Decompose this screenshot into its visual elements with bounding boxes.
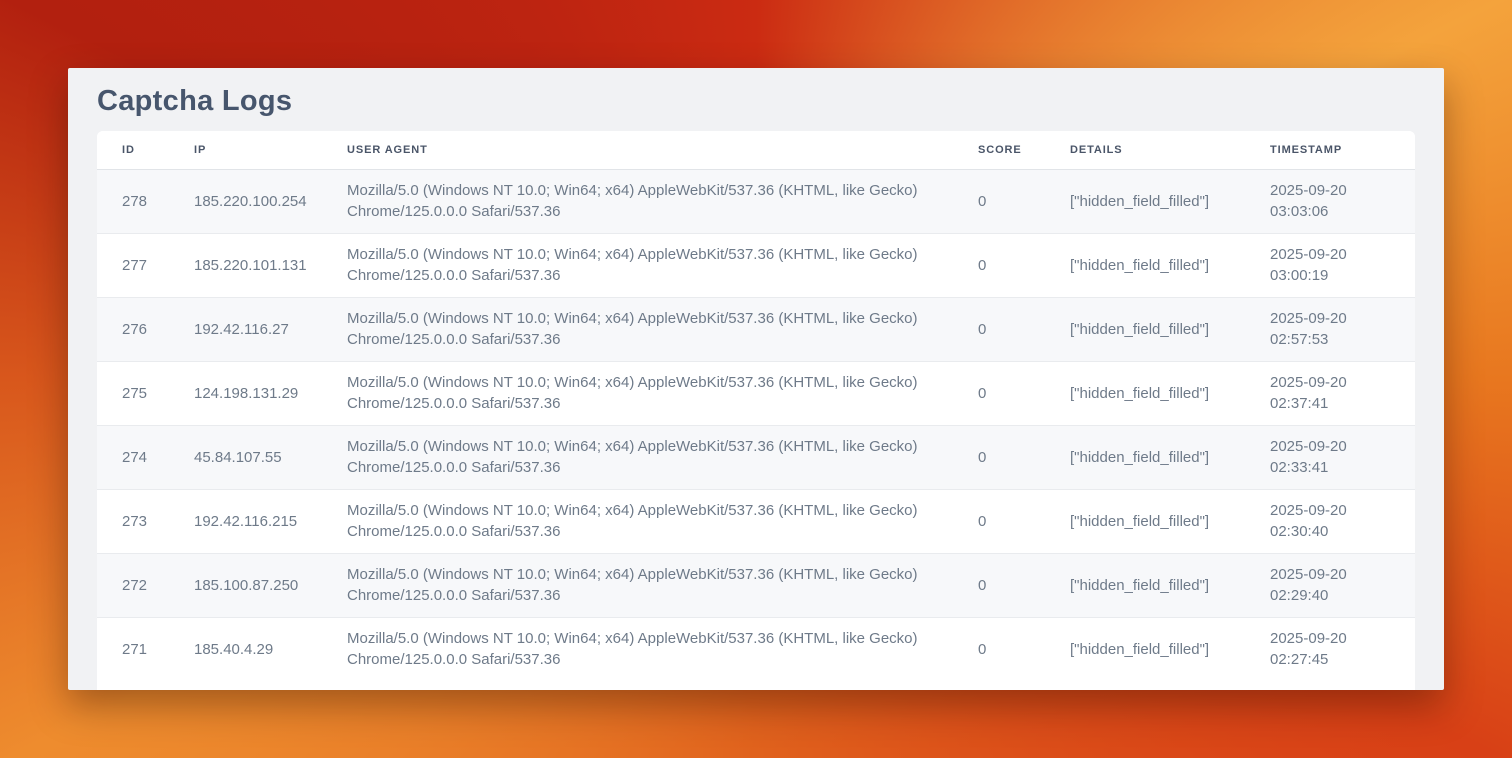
cell-ip: 192.42.116.215 — [194, 489, 347, 553]
cell-ip: 185.220.100.254 — [194, 169, 347, 233]
cell-id: 276 — [97, 297, 194, 361]
captcha-logs-card: Captcha Logs ID IP USER AGENT SCORE DETA… — [68, 68, 1444, 690]
cell-score: 0 — [978, 617, 1070, 681]
cell-details: ["hidden_field_filled"] — [1070, 425, 1270, 489]
column-header-timestamp: TIMESTAMP — [1270, 131, 1415, 169]
column-header-score: SCORE — [978, 131, 1070, 169]
cell-score: 0 — [978, 361, 1070, 425]
column-header-ip: IP — [194, 131, 347, 169]
cell-score: 0 — [978, 297, 1070, 361]
cell-id: 274 — [97, 425, 194, 489]
cell-timestamp: 2025-09-20 03:00:19 — [1270, 233, 1415, 297]
cell-user-agent: Mozilla/5.0 (Windows NT 10.0; Win64; x64… — [347, 169, 978, 233]
cell-details: ["hidden_field_filled"] — [1070, 553, 1270, 617]
cell-id: 273 — [97, 489, 194, 553]
cell-user-agent: Mozilla/5.0 (Windows NT 10.0; Win64; x64… — [347, 489, 978, 553]
cell-id: 277 — [97, 233, 194, 297]
page-title: Captcha Logs — [68, 68, 1444, 116]
cell-user-agent: Mozilla/5.0 (Windows NT 10.0; Win64; x64… — [347, 233, 978, 297]
cell-details: ["hidden_field_filled"] — [1070, 489, 1270, 553]
table-row: 273 192.42.116.215 Mozilla/5.0 (Windows … — [97, 489, 1415, 553]
table-row: 275 124.198.131.29 Mozilla/5.0 (Windows … — [97, 361, 1415, 425]
captcha-logs-table: ID IP USER AGENT SCORE DETAILS TIMESTAMP… — [97, 131, 1415, 681]
cell-score: 0 — [978, 169, 1070, 233]
cell-details: ["hidden_field_filled"] — [1070, 169, 1270, 233]
table-row: 278 185.220.100.254 Mozilla/5.0 (Windows… — [97, 169, 1415, 233]
table-row: 271 185.40.4.29 Mozilla/5.0 (Windows NT … — [97, 617, 1415, 681]
cell-timestamp: 2025-09-20 02:57:53 — [1270, 297, 1415, 361]
cell-details: ["hidden_field_filled"] — [1070, 233, 1270, 297]
cell-user-agent: Mozilla/5.0 (Windows NT 10.0; Win64; x64… — [347, 361, 978, 425]
cell-timestamp: 2025-09-20 02:30:40 — [1270, 489, 1415, 553]
captcha-logs-table-container: ID IP USER AGENT SCORE DETAILS TIMESTAMP… — [97, 131, 1415, 690]
cell-id: 275 — [97, 361, 194, 425]
column-header-id: ID — [97, 131, 194, 169]
cell-timestamp: 2025-09-20 03:03:06 — [1270, 169, 1415, 233]
cell-ip: 192.42.116.27 — [194, 297, 347, 361]
captcha-table-body: 278 185.220.100.254 Mozilla/5.0 (Windows… — [97, 169, 1415, 681]
table-row: 276 192.42.116.27 Mozilla/5.0 (Windows N… — [97, 297, 1415, 361]
page-background: { "page_title": "Captcha Logs", "table":… — [0, 0, 1512, 758]
cell-ip: 185.40.4.29 — [194, 617, 347, 681]
cell-details: ["hidden_field_filled"] — [1070, 297, 1270, 361]
cell-ip: 185.220.101.131 — [194, 233, 347, 297]
cell-score: 0 — [978, 233, 1070, 297]
cell-user-agent: Mozilla/5.0 (Windows NT 10.0; Win64; x64… — [347, 425, 978, 489]
cell-id: 272 — [97, 553, 194, 617]
cell-score: 0 — [978, 489, 1070, 553]
cell-user-agent: Mozilla/5.0 (Windows NT 10.0; Win64; x64… — [347, 553, 978, 617]
cell-score: 0 — [978, 425, 1070, 489]
table-row: 274 45.84.107.55 Mozilla/5.0 (Windows NT… — [97, 425, 1415, 489]
cell-timestamp: 2025-09-20 02:33:41 — [1270, 425, 1415, 489]
column-header-details: DETAILS — [1070, 131, 1270, 169]
cell-id: 271 — [97, 617, 194, 681]
cell-timestamp: 2025-09-20 02:37:41 — [1270, 361, 1415, 425]
cell-user-agent: Mozilla/5.0 (Windows NT 10.0; Win64; x64… — [347, 617, 978, 681]
table-row: 272 185.100.87.250 Mozilla/5.0 (Windows … — [97, 553, 1415, 617]
cell-details: ["hidden_field_filled"] — [1070, 361, 1270, 425]
cell-ip: 45.84.107.55 — [194, 425, 347, 489]
cell-ip: 185.100.87.250 — [194, 553, 347, 617]
cell-id: 278 — [97, 169, 194, 233]
table-header-row: ID IP USER AGENT SCORE DETAILS TIMESTAMP — [97, 131, 1415, 169]
table-row: 277 185.220.101.131 Mozilla/5.0 (Windows… — [97, 233, 1415, 297]
cell-timestamp: 2025-09-20 02:27:45 — [1270, 617, 1415, 681]
cell-timestamp: 2025-09-20 02:29:40 — [1270, 553, 1415, 617]
column-header-user-agent: USER AGENT — [347, 131, 978, 169]
cell-user-agent: Mozilla/5.0 (Windows NT 10.0; Win64; x64… — [347, 297, 978, 361]
cell-details: ["hidden_field_filled"] — [1070, 617, 1270, 681]
cell-ip: 124.198.131.29 — [194, 361, 347, 425]
cell-score: 0 — [978, 553, 1070, 617]
